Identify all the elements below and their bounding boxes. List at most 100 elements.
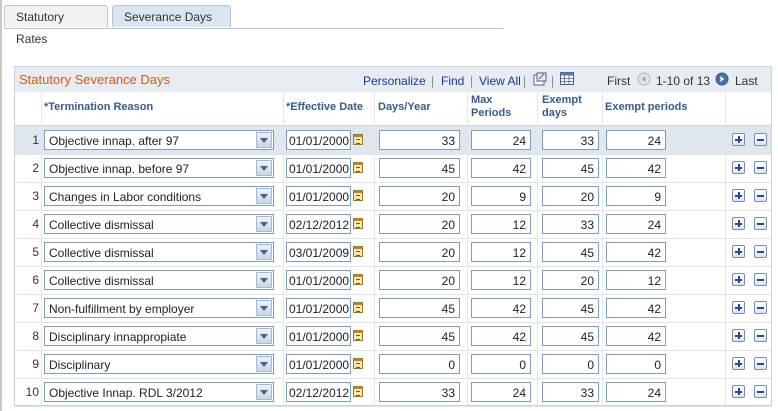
max-periods-input[interactable]: 24 — [471, 382, 531, 402]
add-row-icon[interactable] — [732, 385, 745, 398]
delete-row-icon[interactable] — [754, 189, 767, 202]
termination-reason-select[interactable]: Collective dismissal — [44, 214, 274, 234]
delete-row-icon[interactable] — [754, 161, 767, 174]
tab-statutory-rates[interactable]: Statutory Rates — [4, 5, 108, 46]
add-row-icon[interactable] — [732, 329, 745, 342]
next-arrow-icon[interactable] — [715, 72, 729, 86]
chevron-down-icon[interactable] — [256, 188, 272, 204]
add-row-icon[interactable] — [732, 217, 745, 230]
effective-date-input[interactable]: 02/12/2012 — [286, 214, 351, 234]
exempt-periods-input[interactable]: 24 — [606, 130, 666, 150]
exempt-periods-input[interactable]: 9 — [606, 186, 666, 206]
last-label[interactable]: Last — [735, 74, 758, 88]
max-periods-input[interactable]: 42 — [471, 298, 531, 318]
effective-date-input[interactable]: 01/01/2000 — [286, 326, 351, 346]
termination-reason-select[interactable]: Objective innap. before 97 — [44, 158, 274, 178]
max-periods-input[interactable]: 42 — [471, 326, 531, 346]
days-per-year-input[interactable]: 45 — [379, 298, 460, 318]
add-row-icon[interactable] — [732, 189, 745, 202]
calendar-icon[interactable] — [353, 358, 363, 369]
days-per-year-input[interactable]: 20 — [379, 214, 460, 234]
effective-date-input[interactable]: 01/01/2000 — [286, 298, 351, 318]
delete-row-icon[interactable] — [754, 273, 767, 286]
exempt-days-input[interactable]: 45 — [542, 158, 599, 178]
exempt-periods-input[interactable]: 12 — [606, 270, 666, 290]
chevron-down-icon[interactable] — [256, 384, 272, 400]
exempt-days-input[interactable]: 45 — [542, 326, 599, 346]
delete-row-icon[interactable] — [754, 133, 767, 146]
add-row-icon[interactable] — [732, 133, 745, 146]
effective-date-input[interactable]: 03/01/2009 — [286, 242, 351, 262]
add-row-icon[interactable] — [732, 273, 745, 286]
effective-date-input[interactable]: 01/01/2000 — [286, 270, 351, 290]
days-per-year-input[interactable]: 45 — [379, 158, 460, 178]
exempt-periods-input[interactable]: 24 — [606, 214, 666, 234]
termination-reason-select[interactable]: Collective dismissal — [44, 270, 274, 290]
chevron-down-icon[interactable] — [256, 160, 272, 176]
days-per-year-input[interactable]: 20 — [379, 186, 460, 206]
effective-date-input[interactable]: 01/01/2000 — [286, 186, 351, 206]
new-window-icon[interactable] — [533, 72, 547, 86]
exempt-days-input[interactable]: 0 — [542, 354, 599, 374]
delete-row-icon[interactable] — [754, 357, 767, 370]
chevron-down-icon[interactable] — [256, 328, 272, 344]
termination-reason-select[interactable]: Collective dismissal — [44, 242, 274, 262]
termination-reason-select[interactable]: Disciplinary — [44, 354, 274, 374]
days-per-year-input[interactable]: 0 — [379, 354, 460, 374]
exempt-days-input[interactable]: 33 — [542, 214, 599, 234]
effective-date-input[interactable]: 02/12/2012 — [286, 382, 351, 402]
calendar-icon[interactable] — [353, 218, 363, 229]
calendar-icon[interactable] — [353, 274, 363, 285]
delete-row-icon[interactable] — [754, 301, 767, 314]
calendar-icon[interactable] — [353, 190, 363, 201]
calendar-icon[interactable] — [353, 162, 363, 173]
termination-reason-select[interactable]: Objective innap. after 97 — [44, 130, 274, 150]
view-all-link[interactable]: View All — [479, 74, 521, 88]
exempt-periods-input[interactable]: 0 — [606, 354, 666, 374]
exempt-days-input[interactable]: 20 — [542, 186, 599, 206]
days-per-year-input[interactable]: 20 — [379, 270, 460, 290]
effective-date-input[interactable]: 01/01/2000 — [286, 354, 351, 374]
max-periods-input[interactable]: 24 — [471, 130, 531, 150]
max-periods-input[interactable]: 42 — [471, 158, 531, 178]
add-row-icon[interactable] — [732, 245, 745, 258]
exempt-days-input[interactable]: 45 — [542, 298, 599, 318]
termination-reason-select[interactable]: Objective Innap. RDL 3/2012 — [44, 382, 274, 402]
previous-arrow-icon[interactable] — [637, 72, 651, 86]
days-per-year-input[interactable]: 45 — [379, 326, 460, 346]
max-periods-input[interactable]: 12 — [471, 214, 531, 234]
first-label[interactable]: First — [607, 74, 630, 88]
exempt-periods-input[interactable]: 42 — [606, 326, 666, 346]
calendar-icon[interactable] — [353, 302, 363, 313]
days-per-year-input[interactable]: 33 — [379, 130, 460, 150]
chevron-down-icon[interactable] — [256, 272, 272, 288]
calendar-icon[interactable] — [353, 330, 363, 341]
max-periods-input[interactable]: 12 — [471, 270, 531, 290]
tab-severance-days[interactable]: Severance Days — [112, 5, 231, 27]
exempt-periods-input[interactable]: 24 — [606, 382, 666, 402]
effective-date-input[interactable]: 01/01/2000 — [286, 130, 351, 150]
exempt-periods-input[interactable]: 42 — [606, 298, 666, 318]
chevron-down-icon[interactable] — [256, 300, 272, 316]
termination-reason-select[interactable]: Disciplinary innappropiate — [44, 326, 274, 346]
termination-reason-select[interactable]: Non-fulfillment by employer — [44, 298, 274, 318]
add-row-icon[interactable] — [732, 357, 745, 370]
days-per-year-input[interactable]: 33 — [379, 382, 460, 402]
chevron-down-icon[interactable] — [256, 132, 272, 148]
exempt-days-input[interactable]: 33 — [542, 382, 599, 402]
exempt-periods-input[interactable]: 42 — [606, 158, 666, 178]
delete-row-icon[interactable] — [754, 385, 767, 398]
exempt-days-input[interactable]: 33 — [542, 130, 599, 150]
delete-row-icon[interactable] — [754, 217, 767, 230]
delete-row-icon[interactable] — [754, 329, 767, 342]
effective-date-input[interactable]: 01/01/2000 — [286, 158, 351, 178]
termination-reason-select[interactable]: Changes in Labor conditions — [44, 186, 274, 206]
spreadsheet-icon[interactable] — [560, 72, 575, 86]
add-row-icon[interactable] — [732, 161, 745, 174]
find-link[interactable]: Find — [441, 74, 464, 88]
chevron-down-icon[interactable] — [256, 216, 272, 232]
add-row-icon[interactable] — [732, 301, 745, 314]
calendar-icon[interactable] — [353, 246, 363, 257]
days-per-year-input[interactable]: 20 — [379, 242, 460, 262]
max-periods-input[interactable]: 12 — [471, 242, 531, 262]
